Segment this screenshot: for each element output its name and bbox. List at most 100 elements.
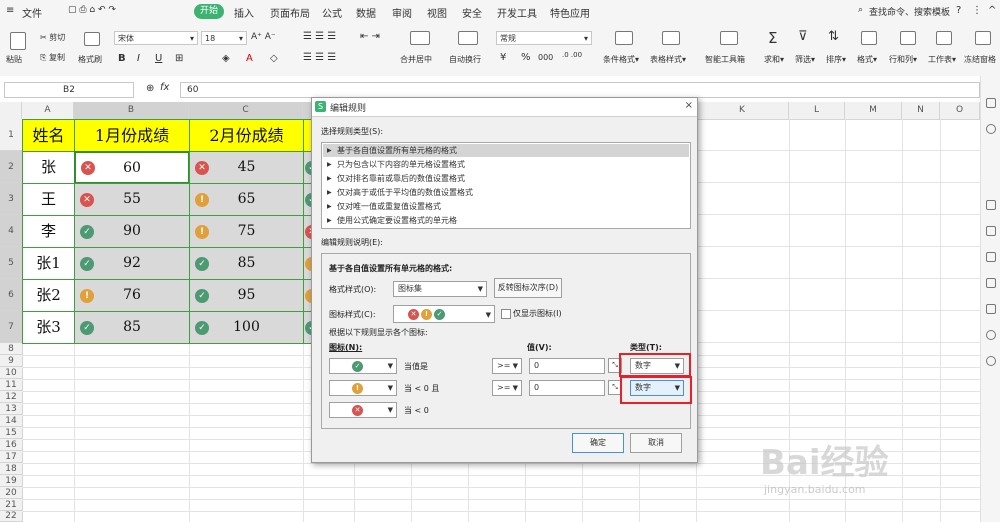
row-header[interactable]: 14 — [0, 415, 22, 427]
operator-select[interactable]: >= ▼ — [492, 380, 522, 396]
row-header[interactable]: 22 — [0, 511, 22, 522]
side-export-icon[interactable] — [986, 278, 996, 288]
menu-icon[interactable]: ≡ — [6, 5, 14, 16]
paste-button[interactable]: 粘贴 — [6, 54, 22, 65]
tab-review[interactable]: 审阅 — [392, 5, 412, 20]
number-format-select[interactable]: 常规 ▾ — [496, 31, 592, 45]
select-all-corner[interactable] — [0, 102, 22, 119]
border-icon[interactable]: ⊞ — [175, 53, 183, 64]
sum-icon[interactable]: Σ — [768, 29, 777, 47]
rule-type-item[interactable]: ▶ 仅对唯一值或重复值设置格式 — [323, 200, 689, 213]
header-cell-feb[interactable]: 2月份成绩 — [189, 119, 304, 152]
close-icon[interactable]: × — [685, 100, 693, 111]
row-header[interactable]: 5 — [0, 247, 22, 279]
column-header[interactable]: B — [74, 102, 189, 119]
icon-select[interactable]: ✓ ▼ — [329, 358, 397, 374]
format-button[interactable]: 格式▾ — [857, 54, 877, 65]
file-menu[interactable]: 文件 — [22, 5, 42, 20]
ok-button[interactable]: 确定 — [572, 433, 624, 453]
side-select-icon[interactable] — [986, 200, 996, 210]
jan-cell[interactable]: ✓ 85 — [74, 311, 190, 344]
fx-icon[interactable]: fx — [160, 82, 169, 93]
font-grow-icons[interactable]: A⁺ A⁻ — [251, 32, 276, 42]
jan-cell[interactable]: ✕ 55 — [74, 183, 190, 216]
feb-cell[interactable]: ✓ 95 — [189, 279, 304, 312]
cond-format-icon[interactable] — [615, 31, 633, 45]
feb-cell[interactable]: ! 75 — [189, 215, 304, 248]
name-box[interactable]: B2 — [4, 82, 134, 98]
underline-button[interactable]: U — [155, 53, 162, 64]
feb-cell[interactable]: ✕ 45 — [189, 151, 304, 184]
freeze-icon[interactable] — [975, 31, 991, 45]
row-header[interactable]: 20 — [0, 487, 22, 499]
font-select[interactable]: 宋体 ▾ — [114, 31, 198, 45]
sort-button[interactable]: 排序▾ — [826, 54, 846, 65]
sum-button[interactable]: 求和▾ — [764, 54, 784, 65]
align-top-icons[interactable]: ☰ ☰ ☰ — [303, 31, 336, 42]
side-edit-icon[interactable] — [986, 252, 996, 262]
formula-input[interactable]: 60 — [180, 82, 980, 98]
italic-button[interactable]: I — [137, 53, 140, 64]
tab-data[interactable]: 数据 — [356, 5, 376, 20]
jan-cell[interactable]: ! 76 — [74, 279, 190, 312]
tab-developer[interactable]: 开发工具 — [497, 5, 537, 20]
worksheet-button[interactable]: 工作表▾ — [928, 54, 956, 65]
column-header[interactable]: C — [189, 102, 303, 119]
rowcol-icon[interactable] — [900, 31, 916, 45]
show-icon-only-checkbox[interactable] — [501, 309, 511, 319]
paste-icon[interactable] — [10, 32, 26, 50]
side-image-icon[interactable] — [986, 304, 996, 314]
value-input[interactable]: 0 — [529, 358, 605, 374]
side-arrow-icon[interactable] — [986, 98, 996, 108]
freeze-button[interactable]: 冻结窗格 — [964, 54, 996, 65]
side-help-icon[interactable] — [986, 356, 996, 366]
column-header[interactable]: K — [696, 102, 789, 119]
row-header[interactable]: 11 — [0, 379, 22, 391]
filter-icon[interactable]: ⊽ — [798, 29, 808, 44]
merge-icon[interactable] — [410, 31, 430, 45]
header-cell-jan[interactable]: 1月份成绩 — [74, 119, 190, 152]
row-header[interactable]: 4 — [0, 215, 22, 247]
row-header[interactable]: 13 — [0, 403, 22, 415]
jan-cell[interactable]: ✓ 90 — [74, 215, 190, 248]
collapse-icon[interactable]: ^ — [988, 5, 996, 16]
column-header[interactable]: M — [845, 102, 902, 119]
tab-page-layout[interactable]: 页面布局 — [270, 5, 310, 20]
currency-icon[interactable]: ¥ — [500, 52, 506, 63]
row-header[interactable]: 16 — [0, 439, 22, 451]
column-header[interactable]: L — [789, 102, 845, 119]
tab-insert[interactable]: 插入 — [234, 5, 254, 20]
row-header[interactable]: 2 — [0, 151, 22, 183]
name-cell[interactable]: 张1 — [22, 247, 75, 280]
copy-button[interactable]: ⎘ 复制 — [40, 52, 65, 63]
value-input[interactable]: 0 — [529, 380, 605, 396]
side-user-icon[interactable] — [986, 124, 996, 134]
decimal-icons[interactable]: .0 .00 — [562, 51, 582, 59]
tab-view[interactable]: 视图 — [427, 5, 447, 20]
rule-type-item[interactable]: ▶ 仅对排名靠前或靠后的数值设置格式 — [323, 172, 689, 185]
column-header[interactable]: O — [940, 102, 980, 119]
side-star-icon[interactable] — [986, 226, 996, 236]
column-header[interactable]: N — [902, 102, 940, 119]
row-header[interactable]: 8 — [0, 343, 22, 355]
column-header[interactable]: A — [22, 102, 74, 119]
smart-toolbox-button[interactable]: 智能工具箱 — [705, 54, 745, 65]
zoom-icon[interactable]: ⊕ — [146, 83, 154, 94]
jan-cell[interactable]: ✕ 60 — [74, 151, 190, 184]
icon-select[interactable]: ! ▼ — [329, 380, 397, 396]
name-cell[interactable]: 张2 — [22, 279, 75, 312]
font-color-icon[interactable]: A — [246, 53, 253, 64]
help-icon[interactable]: ? — [956, 5, 961, 16]
row-header[interactable]: 7 — [0, 311, 22, 343]
tab-security[interactable]: 安全 — [462, 5, 482, 20]
feb-cell[interactable]: ✓ 100 — [189, 311, 304, 344]
font-size-select[interactable]: 18 ▾ — [201, 31, 247, 45]
reverse-order-button[interactable]: 反转图标次序(D) — [494, 278, 562, 298]
row-header[interactable]: 3 — [0, 183, 22, 215]
quick-access-icons[interactable]: ▢ ⎙ ⌂ ↶ ↷ — [68, 5, 116, 15]
filter-button[interactable]: 筛选▾ — [795, 54, 815, 65]
toolbox-icon[interactable] — [720, 31, 738, 45]
rule-type-item[interactable]: ▶ 仅对高于或低于平均值的数值设置格式 — [323, 186, 689, 199]
command-search[interactable]: 查找命令、搜索模板 — [869, 5, 950, 18]
row-header[interactable]: 9 — [0, 355, 22, 367]
